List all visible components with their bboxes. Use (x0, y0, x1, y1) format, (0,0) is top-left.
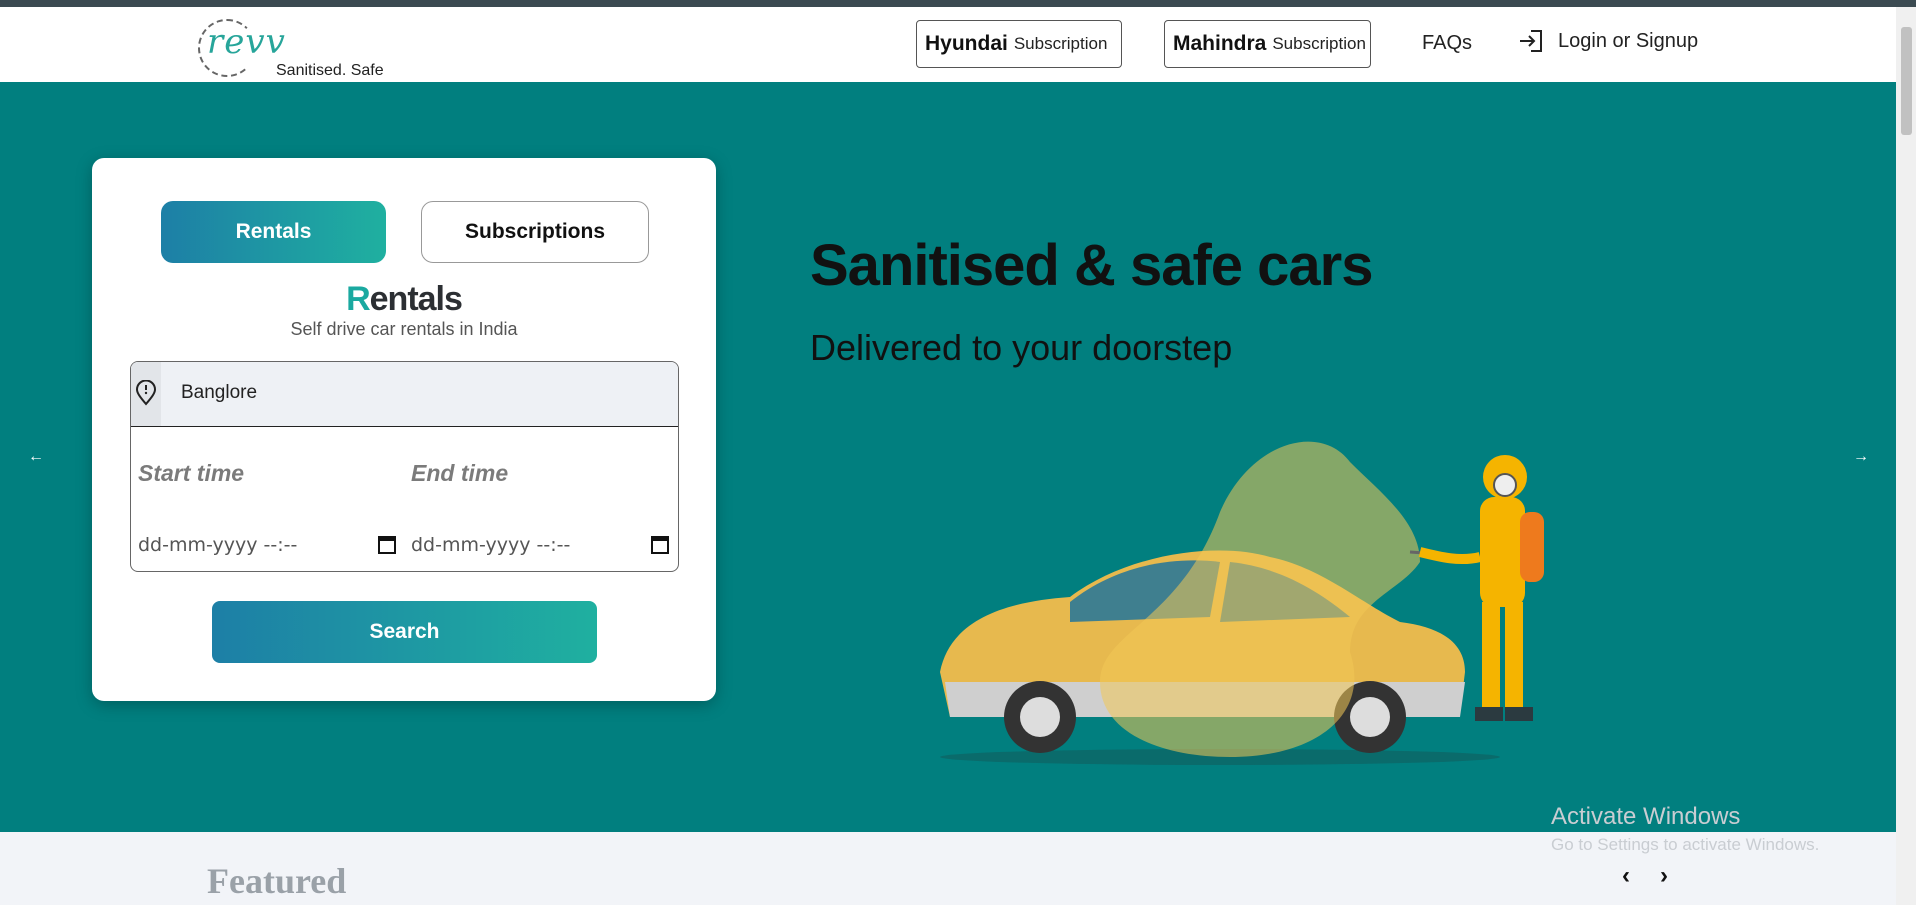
scrollbar-thumb[interactable] (1901, 27, 1912, 135)
windows-activation-watermark: Activate Windows Go to Settings to activ… (1551, 803, 1819, 855)
location-value: Banglore (181, 382, 258, 403)
rentals-title-rest: entals (369, 280, 463, 318)
hero-heading: Sanitised & safe cars (810, 233, 1374, 298)
end-datetime-input[interactable]: dd-mm-yyyy --:-- (411, 534, 673, 556)
site-header: revv Sanitised. Safe Hyundai Subscriptio… (0, 7, 1896, 82)
featured-next-chevron-icon[interactable]: › (1660, 862, 1668, 890)
booking-card: Rentals Subscriptions Rentals Self drive… (92, 158, 716, 701)
login-signup-link[interactable]: Login or Signup (1518, 29, 1698, 53)
logo-tagline: Sanitised. Safe (276, 62, 384, 79)
mahindra-subscription-label: Subscription (1272, 34, 1366, 53)
end-calendar-icon[interactable] (651, 534, 669, 554)
start-calendar-icon[interactable] (378, 534, 396, 554)
start-datetime-input[interactable]: dd-mm-yyyy --:-- (138, 534, 400, 556)
location-field[interactable]: Banglore (131, 362, 678, 427)
start-time-label: Start time (138, 460, 245, 486)
hyundai-subscription-label: Subscription (1013, 34, 1108, 53)
end-time-label: End time (411, 460, 509, 486)
tab-rentals[interactable]: Rentals (161, 201, 386, 263)
hyundai-subscription-button[interactable]: Hyundai Subscription (916, 20, 1122, 68)
hero-subheading: Delivered to your doorstep (810, 327, 1233, 368)
watermark-line2: Go to Settings to activate Windows. (1551, 835, 1820, 854)
mahindra-subscription-button[interactable]: Mahindra Subscription (1164, 20, 1371, 68)
revv-logo[interactable]: revv Sanitised. Safe (195, 17, 385, 82)
browser-top-strip (0, 0, 1916, 7)
hero-banner: ← → Rentals Subscriptions Rentals Self d… (0, 82, 1896, 832)
rentals-title: Rentals (92, 280, 716, 319)
start-datetime-value: dd-mm-yyyy --:-- (138, 534, 298, 556)
sanitising-car-illustration (940, 441, 1544, 765)
faqs-link[interactable]: FAQs (1422, 32, 1472, 55)
location-pin-icon (135, 380, 157, 406)
login-icon (1520, 30, 1542, 52)
carousel-prev-arrow-icon[interactable]: ← (28, 448, 44, 466)
carousel-next-arrow-icon[interactable]: → (1853, 448, 1869, 466)
tab-subscriptions[interactable]: Subscriptions (421, 201, 649, 263)
mahindra-brand-label: Mahindra (1173, 32, 1267, 55)
logo-text: revv (207, 22, 286, 62)
rentals-subtitle: Self drive car rentals in India (290, 319, 518, 339)
page-scrollbar[interactable] (1896, 7, 1916, 905)
featured-title: Featured (207, 861, 347, 901)
end-datetime-value: dd-mm-yyyy --:-- (411, 534, 571, 556)
watermark-line1: Activate Windows (1551, 803, 1741, 830)
hyundai-brand-label: Hyundai (925, 32, 1008, 55)
featured-prev-chevron-icon[interactable]: ‹ (1622, 862, 1630, 890)
booking-form: Banglore Start time End time dd-mm-yyyy … (130, 361, 679, 572)
search-button[interactable]: Search (212, 601, 597, 663)
login-signup-label: Login or Signup (1558, 29, 1699, 52)
rentals-title-initial: R (346, 280, 371, 318)
